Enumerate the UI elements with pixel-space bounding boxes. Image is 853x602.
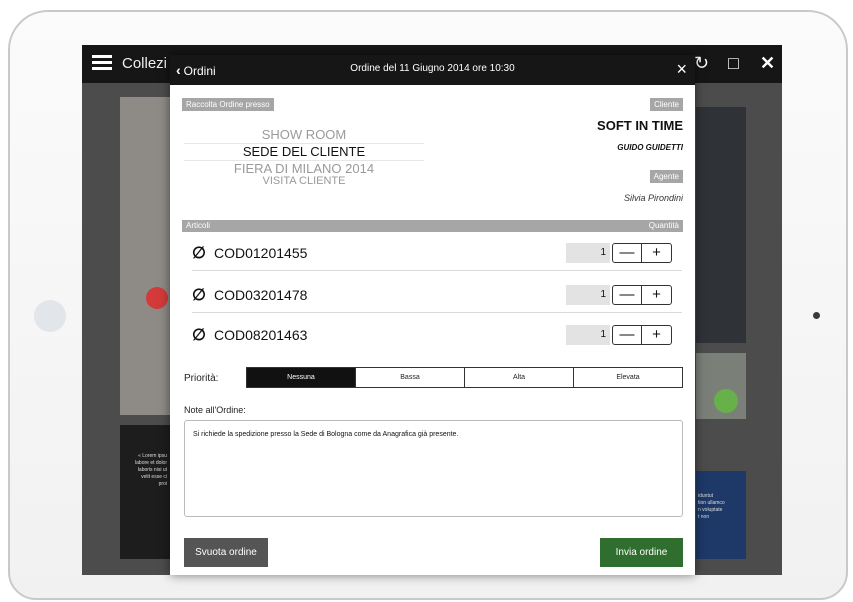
cart-pin-icon[interactable]	[146, 287, 168, 309]
article-row: ∅ COD08201463 1 — +	[192, 317, 682, 353]
client-header: Cliente	[650, 98, 683, 111]
product-image-right-2[interactable]	[696, 353, 746, 419]
description-text-left: « Lorem ipsu labore et dolor laboris nis…	[135, 453, 167, 487]
notes-textarea[interactable]: Si richiede la spedizione presso la Sede…	[184, 420, 683, 517]
article-code: COD08201463	[214, 327, 308, 343]
quantity-stepper: — +	[612, 325, 672, 345]
decrease-button[interactable]: —	[613, 286, 642, 304]
description-text-right: iduntut tion ullamco n voluptate t non	[698, 493, 725, 520]
decrease-button[interactable]: —	[613, 244, 642, 262]
priority-selector: Nessuna Bassa Alta Elevata	[246, 367, 683, 388]
notes-label: Note all'Ordine:	[184, 405, 246, 415]
app-title: Collezi	[122, 55, 168, 72]
location-picker[interactable]: SHOW ROOM SEDE DEL CLIENTE FIERA DI MILA…	[184, 127, 424, 187]
priority-low[interactable]: Bassa	[356, 368, 465, 387]
camera-dot	[813, 312, 820, 319]
product-image-right[interactable]	[696, 107, 746, 343]
article-row: ∅ COD01201455 1 — +	[192, 235, 682, 271]
clear-order-button[interactable]: Svuota ordine	[184, 538, 268, 567]
quantity-label: Quantità	[648, 221, 679, 230]
priority-label: Priorità:	[184, 373, 219, 384]
quantity-value[interactable]: 1	[566, 325, 610, 345]
page-icon[interactable]: □	[728, 53, 739, 74]
priority-high[interactable]: Alta	[465, 368, 574, 387]
close-icon[interactable]: ×	[676, 59, 687, 80]
priority-none[interactable]: Nessuna	[247, 368, 356, 387]
cart-pin-icon[interactable]	[714, 389, 738, 413]
article-row: ∅ COD03201478 1 — +	[192, 277, 682, 313]
articles-label: Articoli	[186, 221, 211, 230]
product-description-left: « Lorem ipsu labore et dolor laboris nis…	[120, 425, 170, 559]
send-order-button[interactable]: Invia ordine	[600, 538, 683, 567]
order-modal: ‹ Ordini Ordine del 11 Giugno 2014 ore 10…	[170, 55, 695, 575]
location-client-office[interactable]: SEDE DEL CLIENTE	[184, 144, 424, 161]
home-button[interactable]	[34, 300, 66, 332]
agent-header: Agente	[649, 170, 683, 183]
product-image-left[interactable]	[120, 97, 170, 415]
article-code: COD03201478	[214, 287, 308, 303]
hamburger-menu-icon[interactable]	[92, 55, 112, 71]
product-description-right: iduntut tion ullamco n voluptate t non	[696, 471, 746, 559]
location-show-room[interactable]: SHOW ROOM	[184, 127, 424, 144]
client-name: SOFT IN TIME	[597, 118, 683, 133]
quantity-stepper: — +	[612, 243, 672, 263]
quantity-stepper: — +	[612, 285, 672, 305]
increase-button[interactable]: +	[642, 244, 671, 262]
rotate-icon[interactable]: ↻	[694, 53, 709, 74]
location-client-visit[interactable]: VISITA CLIENTE	[184, 175, 424, 187]
modal-title: Ordine del 11 Giugno 2014 ore 10:30	[350, 63, 515, 74]
no-discount-icon: ∅	[192, 287, 206, 304]
quantity-value[interactable]: 1	[566, 243, 610, 263]
modal-header: ‹ Ordini Ordine del 11 Giugno 2014 ore 10…	[170, 55, 695, 85]
increase-button[interactable]: +	[642, 326, 671, 344]
no-discount-icon: ∅	[192, 327, 206, 344]
decrease-button[interactable]: —	[613, 326, 642, 344]
priority-urgent[interactable]: Elevata	[574, 368, 682, 387]
no-discount-icon: ∅	[192, 245, 206, 262]
close-app-icon[interactable]: ✕	[760, 53, 775, 74]
quantity-value[interactable]: 1	[566, 285, 610, 305]
article-code: COD01201455	[214, 245, 308, 261]
articles-header: Articoli Quantità	[182, 220, 683, 232]
increase-button[interactable]: +	[642, 286, 671, 304]
agent-name: Silvia Pirondini	[623, 193, 683, 203]
client-contact: GUIDO GUIDETTI	[617, 143, 683, 152]
collection-header: Raccolta Ordine presso	[182, 98, 274, 111]
